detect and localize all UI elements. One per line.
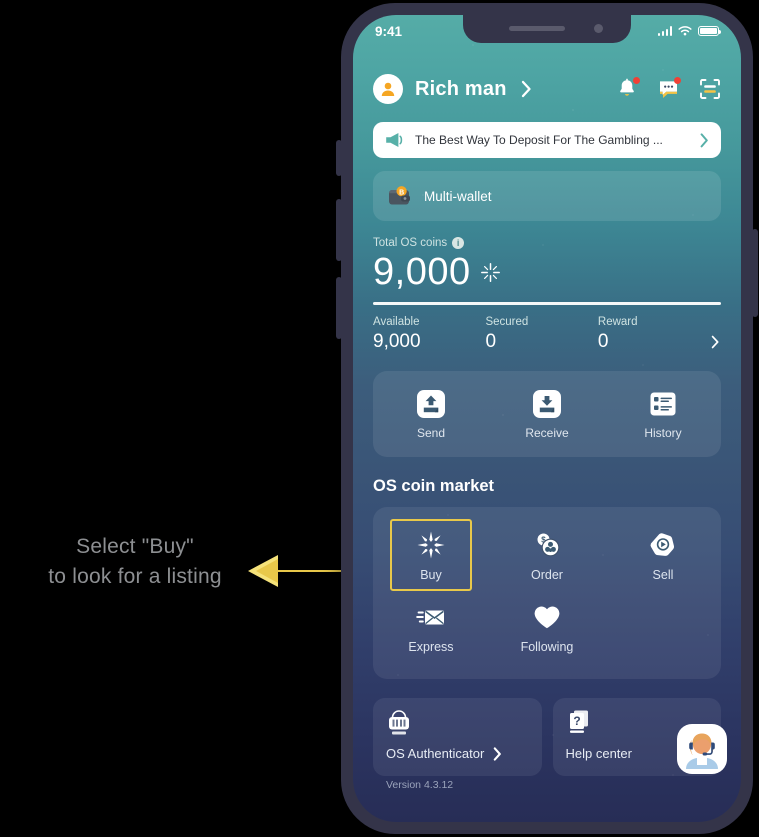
promo-banner-text: The Best Way To Deposit For The Gambling… xyxy=(415,133,663,147)
question-book-icon: ? xyxy=(569,710,588,733)
market-item-label: Order xyxy=(531,568,563,582)
stat-reward: Reward 0 xyxy=(598,316,710,353)
stat-label: Reward xyxy=(597,316,638,328)
notification-badge xyxy=(633,77,640,84)
multi-wallet-label: Multi-wallet xyxy=(424,188,492,204)
phone-screen: 9:41 Rich man The Best Way To Deposit Fo… xyxy=(353,15,741,822)
action-receive[interactable]: Receive xyxy=(489,389,605,440)
phone-frame: 9:41 Rich man The Best Way To Deposit Fo… xyxy=(336,3,758,834)
market-item-label: Sell xyxy=(652,568,674,582)
action-label: Send xyxy=(416,425,446,440)
history-list-icon xyxy=(650,392,676,415)
multi-wallet-card[interactable]: B Multi-wallet xyxy=(373,171,721,221)
wallet-icon: B xyxy=(389,186,410,205)
stat-value: 0 xyxy=(485,331,497,352)
express-envelope-icon xyxy=(416,610,444,625)
market-item-order[interactable]: $ Order xyxy=(489,519,605,591)
action-label: Receive xyxy=(525,425,569,440)
market-item-express[interactable]: Express xyxy=(373,591,489,663)
balance-section: Total OS coins i 9,000 Available 9,000 S… xyxy=(373,237,721,353)
volume-down-button[interactable] xyxy=(336,277,342,339)
wallet-actions-card: Send Receive History xyxy=(373,371,721,457)
action-send[interactable]: Send xyxy=(373,389,489,440)
stat-value: 0 xyxy=(597,331,609,352)
market-item-buy[interactable]: Buy xyxy=(373,519,489,591)
cellular-bars-icon xyxy=(657,26,672,36)
authenticator-label: OS Authenticator xyxy=(386,746,485,761)
balance-amount-row: 9,000 xyxy=(373,250,721,294)
header-user-row[interactable]: Rich man xyxy=(373,69,721,109)
stat-label: Secured xyxy=(485,316,529,328)
user-avatar-icon[interactable] xyxy=(373,74,403,104)
market-row-2: Express Following xyxy=(373,591,721,663)
notch xyxy=(463,15,631,43)
username-label: Rich man xyxy=(415,77,507,100)
bottom-cards-row: OS Authenticator Version 4.3.12 ? Help c… xyxy=(373,698,727,791)
power-button[interactable] xyxy=(752,229,758,317)
support-agent-icon[interactable] xyxy=(677,724,727,774)
os-authenticator-card[interactable]: OS Authenticator Version 4.3.12 xyxy=(373,698,542,791)
chevron-right-icon[interactable] xyxy=(521,80,532,98)
annotation-text: Select "Buy" to look for a listing xyxy=(48,535,222,588)
volume-up-button[interactable] xyxy=(336,199,342,261)
receive-icon xyxy=(533,389,561,418)
market-item-sell[interactable]: Sell xyxy=(605,519,721,591)
megaphone-icon xyxy=(386,133,403,147)
screenshot-canvas: Select "Buy" to look for a listing 9:41 xyxy=(0,0,759,837)
svg-text:?: ? xyxy=(573,714,580,728)
help-center-card[interactable]: ? Help center xyxy=(552,698,727,776)
header-icon-group xyxy=(617,77,721,100)
sell-badge-icon xyxy=(650,533,674,556)
help-center-label: Help center xyxy=(565,746,632,761)
wifi-icon xyxy=(678,26,692,36)
earpiece-speaker xyxy=(509,26,565,31)
scan-qr-icon[interactable] xyxy=(699,78,721,100)
stat-secured: Secured 0 xyxy=(485,316,597,353)
promo-banner[interactable]: The Best Way To Deposit For The Gambling… xyxy=(373,122,721,158)
messages-icon[interactable] xyxy=(658,77,681,100)
app-version-label: Version 4.3.12 xyxy=(386,779,454,791)
balance-divider xyxy=(373,302,721,305)
balance-stats-row: Available 9,000 Secured 0 Reward 0 xyxy=(373,316,721,353)
screen-content: Rich man The Best Way To Deposit For The… xyxy=(353,15,741,822)
os-coin-icon xyxy=(480,262,500,282)
market-item-label: Express xyxy=(408,640,454,654)
chevron-right-icon[interactable] xyxy=(710,335,721,353)
notification-bell-icon[interactable] xyxy=(617,77,640,100)
stat-label: Available xyxy=(373,316,420,328)
action-history[interactable]: History xyxy=(605,389,721,440)
market-item-empty xyxy=(605,591,721,663)
authenticator-label-row: OS Authenticator xyxy=(386,746,529,761)
info-icon[interactable]: i xyxy=(452,237,465,249)
market-card: Buy $ Order Sell Express Following xyxy=(373,507,721,679)
front-camera xyxy=(594,24,603,33)
messages-badge xyxy=(674,77,681,84)
balance-label-row: Total OS coins i xyxy=(373,237,721,249)
svg-text:B: B xyxy=(399,189,404,196)
stat-available: Available 9,000 xyxy=(373,316,485,353)
selection-highlight xyxy=(390,519,472,591)
annotation-arrow-head-inner xyxy=(256,559,278,583)
mute-switch-button[interactable] xyxy=(336,140,342,176)
coins-order-icon: $ xyxy=(537,533,560,557)
balance-label: Total OS coins xyxy=(373,237,448,249)
market-row-1: Buy $ Order Sell xyxy=(373,519,721,591)
authenticator-lock-icon xyxy=(389,710,409,735)
stat-value: 9,000 xyxy=(373,331,421,352)
chevron-right-icon[interactable] xyxy=(700,132,709,148)
balance-amount: 9,000 xyxy=(373,251,471,293)
market-item-label: Following xyxy=(520,640,574,654)
chevron-right-icon[interactable] xyxy=(493,746,502,761)
heart-icon xyxy=(534,606,560,629)
action-label: History xyxy=(644,425,682,440)
send-icon xyxy=(417,389,445,418)
market-section-title: OS coin market xyxy=(373,477,495,495)
market-item-following[interactable]: Following xyxy=(489,591,605,663)
battery-icon xyxy=(698,25,722,37)
status-time: 9:41 xyxy=(375,23,403,39)
